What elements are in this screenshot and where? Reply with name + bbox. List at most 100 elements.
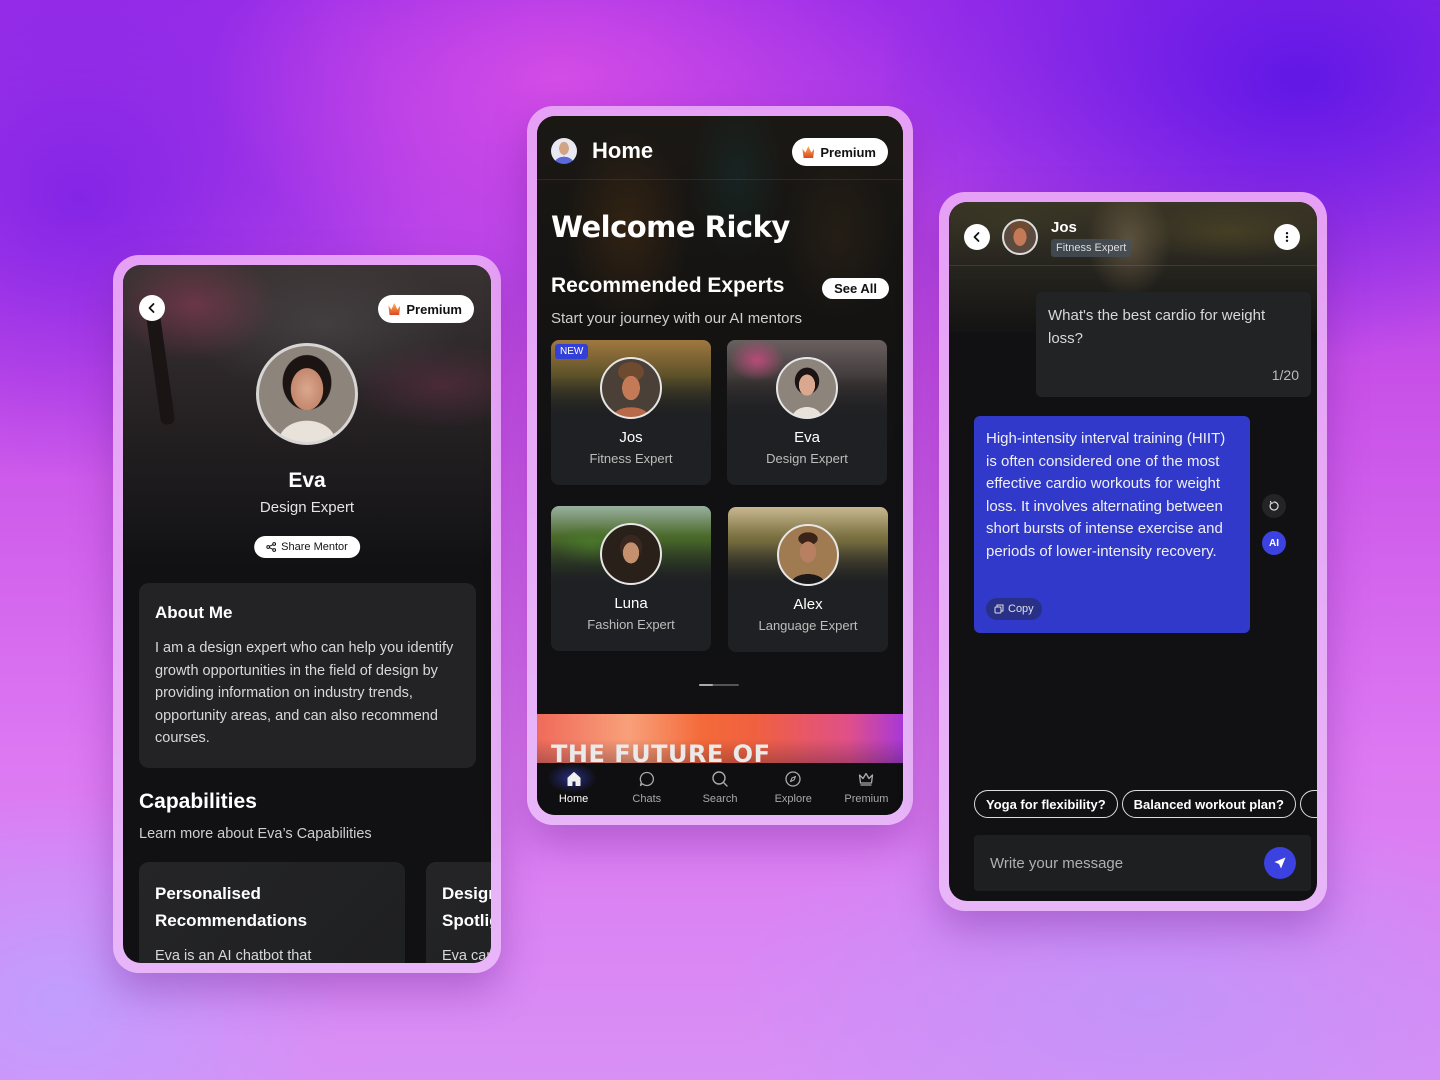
crown-icon [802,146,815,158]
nav-label: Chats [632,793,662,805]
page-title: Home [592,138,654,163]
nav-label: Search [702,793,738,805]
home-screen: Home Premium Welcome Ricky Recommended E… [537,116,903,815]
suggestion-chip[interactable]: Yoga for flexibility? [974,790,1118,818]
send-icon [1274,857,1286,869]
crown-icon [388,303,401,315]
recommended-title: Recommended Experts [551,274,785,297]
chevron-left-icon [973,232,980,242]
home-icon [567,772,581,786]
expert-role-badge: Fitness Expert [1051,239,1132,257]
crown-icon [859,772,874,786]
nav-item-explore[interactable]: Explore [757,763,830,815]
about-text: I am a design expert who can help you id… [155,640,454,747]
send-button[interactable] [1264,847,1296,879]
share-mentor-button[interactable]: Share Mentor [254,536,360,558]
premium-label: Premium [406,301,462,317]
welcome-heading: Welcome Ricky [551,210,790,244]
user-avatar[interactable] [551,138,577,164]
expert-avatar [600,523,662,585]
expert-avatar [1002,219,1038,255]
ai-badge: AI [1262,531,1286,555]
nav-label: Home [558,793,589,805]
copy-label: Copy [1008,603,1034,615]
regenerate-button[interactable] [1262,494,1286,518]
share-icon [266,542,277,552]
expert-avatar [776,357,838,419]
premium-button[interactable]: Premium [792,138,888,166]
user-message: What's the best cardio for weight loss? … [1036,292,1311,397]
recommended-subtitle: Start your journey with our AI mentors [551,310,802,327]
about-card: About Me I am a design expert who can he… [139,583,476,768]
premium-button[interactable]: Premium [378,295,474,323]
profile-screen-frame: Premium Eva Design Expert Share Mentor A… [113,255,501,973]
profile-name: Eva [288,469,326,492]
capabilities-subtitle: Learn more about Eva’s Capabilities [139,826,372,842]
capability-card-text: Eva can [442,948,491,963]
expert-name: Jos [1051,219,1077,236]
banner-text: THE FUTURE OF [551,740,771,764]
carousel-pager[interactable] [699,684,739,686]
expert-name: Eva [794,429,820,446]
message-counter: 1/20 [1271,367,1299,383]
expert-role: Fashion Expert [587,617,675,632]
premium-label: Premium [820,144,876,160]
capability-card-title: Personalised Recommendations [155,884,308,930]
ai-message: High-intensity interval training (HIIT) … [974,416,1250,633]
suggestion-chip[interactable] [1299,790,1317,818]
more-options-button[interactable] [1274,224,1300,250]
copy-button[interactable]: Copy [986,598,1042,620]
chevron-left-icon [148,303,155,313]
expert-card-jos[interactable]: NEW Jos Fitness Expert [551,340,711,485]
expert-name: Luna [614,595,648,612]
tree-decoration [144,304,176,426]
ai-message-text: High-intensity interval training (HIIT) … [986,430,1226,560]
home-header: Home Premium [537,116,903,180]
new-badge: NEW [555,344,589,359]
copy-icon [994,604,1004,614]
nav-item-chats[interactable]: Chats [610,763,683,815]
nav-item-search[interactable]: Search [683,763,756,815]
refresh-icon [1269,500,1279,511]
expert-role: Design Expert [766,451,848,466]
chat-screen-frame: Jos Fitness Expert What's the best cardi… [939,192,1327,911]
user-message-text: What's the best cardio for weight loss? [1048,307,1266,347]
expert-avatar [777,524,839,586]
share-label: Share Mentor [281,541,348,553]
promo-banner[interactable]: THE FUTURE OF [537,714,903,764]
message-input[interactable] [974,835,1311,891]
expert-card-luna[interactable]: Luna Fashion Expert [551,506,711,651]
expert-name: Alex [793,596,823,613]
capability-card-text: Eva is an AI chatbot that [155,948,312,963]
more-vertical-icon [1285,232,1289,242]
chat-header: Jos Fitness Expert [949,202,1317,266]
expert-name: Jos [619,429,643,446]
chat-bubble-icon [639,771,654,787]
expert-card-eva[interactable]: Eva Design Expert [727,340,887,485]
chat-screen: Jos Fitness Expert What's the best cardi… [949,202,1317,901]
capability-card[interactable]: Design Spotlight Eva can [426,862,491,963]
nav-item-premium[interactable]: Premium [830,763,903,815]
suggestion-chips: Yoga for flexibility? Balanced workout p… [974,790,1317,818]
see-all-button[interactable]: See All [822,278,889,299]
capabilities-title: Capabilities [139,790,257,813]
compass-icon [785,771,801,787]
profile-screen: Premium Eva Design Expert Share Mentor A… [123,265,491,963]
capability-card[interactable]: Personalised Recommendations Eva is an A… [139,862,405,963]
expert-card-alex[interactable]: Alex Language Expert [728,507,888,652]
avatar [256,343,358,445]
expert-avatar [600,357,662,419]
about-title: About Me [155,603,233,622]
search-icon [712,771,728,787]
back-button[interactable] [139,295,165,321]
back-button[interactable] [964,224,990,250]
nav-item-home[interactable]: Home [537,763,610,815]
profile-role: Design Expert [259,499,355,516]
capability-card-title: Design Spotlight [442,884,491,930]
expert-role: Language Expert [758,618,858,633]
suggestion-chip[interactable]: Balanced workout plan? [1121,790,1296,818]
expert-role: Fitness Expert [589,451,673,466]
nav-label: Premium [844,793,889,805]
pager-active-indicator [699,684,713,686]
home-screen-frame: Home Premium Welcome Ricky Recommended E… [527,106,913,825]
